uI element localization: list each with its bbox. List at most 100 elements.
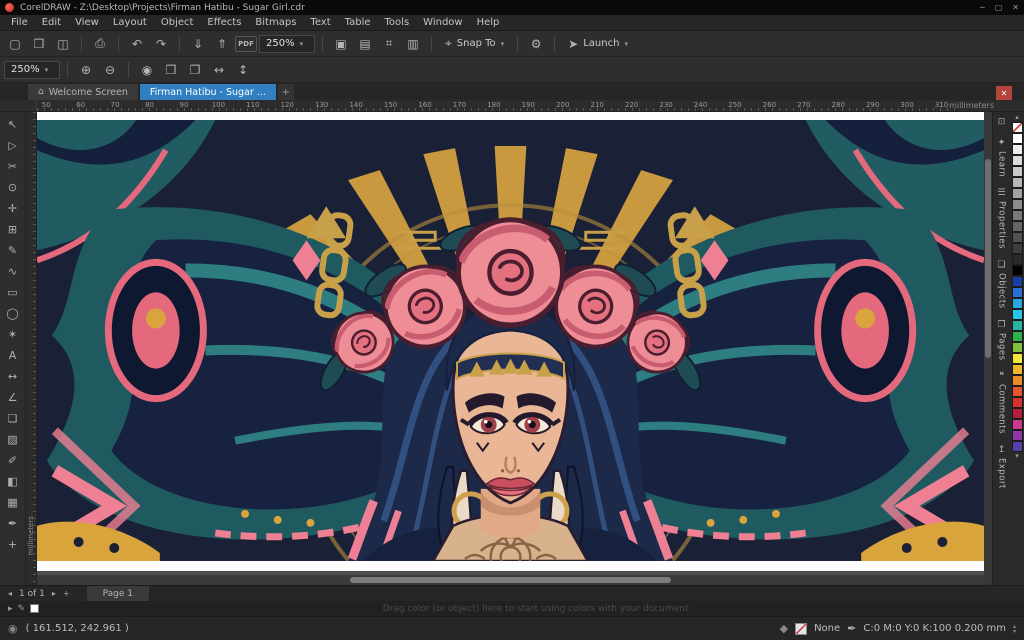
palette-swatch-0[interactable] — [1012, 122, 1023, 133]
docker-tab-comments[interactable]: ❝Comments — [997, 371, 1007, 434]
mesh-fill-tool[interactable]: ▦ — [2, 492, 24, 512]
docker-tab-objects[interactable]: ❏Objects — [997, 260, 1007, 309]
zoom-to-selected-icon[interactable]: ◉ — [136, 60, 158, 80]
pan-tool[interactable]: ✛ — [2, 198, 24, 218]
palette-swatch-15[interactable] — [1012, 287, 1023, 298]
docker-tab-properties[interactable]: ☰Properties — [997, 188, 1007, 249]
docker-tab-pages[interactable]: ❐Pages — [997, 320, 1007, 361]
palette-swatch-8[interactable] — [1012, 210, 1023, 221]
palette-swatch-17[interactable] — [1012, 309, 1023, 320]
menu-help[interactable]: Help — [470, 17, 507, 28]
new-tab-button[interactable]: + — [278, 84, 294, 100]
palette-swatch-29[interactable] — [1012, 441, 1023, 452]
menu-effects[interactable]: Effects — [200, 17, 248, 28]
zoom-to-all-objects-icon[interactable]: ❒ — [160, 60, 182, 80]
palette-swatch-2[interactable] — [1012, 144, 1023, 155]
zoom-to-page-icon[interactable]: ❐ — [184, 60, 206, 80]
palette-swatch-19[interactable] — [1012, 331, 1023, 342]
palette-swatch-5[interactable] — [1012, 177, 1023, 188]
zoom-out-icon[interactable]: ⊖ — [99, 60, 121, 80]
palette-swatch-20[interactable] — [1012, 342, 1023, 353]
palette-swatch-16[interactable] — [1012, 298, 1023, 309]
palette-scroll-up-icon[interactable]: ▴ — [1015, 113, 1019, 122]
show-grid-icon[interactable]: ⌗ — [378, 34, 400, 54]
close-document-button[interactable]: ✕ — [996, 86, 1012, 100]
palette-swatch-4[interactable] — [1012, 166, 1023, 177]
launch-dropdown[interactable]: ➤Launch▾ — [562, 34, 634, 54]
palette-swatch-10[interactable] — [1012, 232, 1023, 243]
next-page-icon[interactable]: ▸ — [52, 589, 56, 598]
palette-swatch-9[interactable] — [1012, 221, 1023, 232]
artwork-canvas[interactable] — [37, 120, 984, 561]
zoom-to-page-height-icon[interactable]: ↕ — [232, 60, 254, 80]
import-icon[interactable]: ⇓ — [187, 34, 209, 54]
undo-icon[interactable]: ↶ — [126, 34, 148, 54]
menu-object[interactable]: Object — [154, 17, 201, 28]
menu-table[interactable]: Table — [338, 17, 378, 28]
save-icon[interactable]: ◫ — [52, 34, 74, 54]
palette-swatch-1[interactable] — [1012, 133, 1023, 144]
vertical-scrollbar[interactable] — [984, 112, 992, 585]
palette-swatch-22[interactable] — [1012, 364, 1023, 375]
fill-none-swatch[interactable] — [795, 623, 807, 635]
palette-swatch-21[interactable] — [1012, 353, 1023, 364]
text-tool[interactable]: A — [2, 345, 24, 365]
interactive-fill-tool[interactable]: ◧ — [2, 471, 24, 491]
palette-scroll-down-icon[interactable]: ▾ — [1015, 452, 1019, 461]
zoom-to-page-width-icon[interactable]: ↔ — [208, 60, 230, 80]
outline-pen-tool[interactable]: ✒ — [2, 513, 24, 533]
palette-swatch-25[interactable] — [1012, 397, 1023, 408]
show-rulers-icon[interactable]: ▤ — [354, 34, 376, 54]
redo-icon[interactable]: ↷ — [150, 34, 172, 54]
free-transform-tool[interactable]: ⊞ — [2, 219, 24, 239]
zoom-level-select[interactable]: 250%▾ — [259, 35, 315, 53]
zoom-level-select-secondary[interactable]: 250%▾ — [4, 61, 60, 79]
previous-page-icon[interactable]: ◂ — [8, 589, 12, 598]
palette-swatch-28[interactable] — [1012, 430, 1023, 441]
menu-edit[interactable]: Edit — [35, 17, 68, 28]
document-tab-0[interactable]: ⌂Welcome Screen — [28, 84, 138, 100]
vertical-scrollbar-thumb[interactable] — [985, 159, 991, 358]
maximize-button[interactable]: ▢ — [995, 3, 1003, 12]
palette-swatch-13[interactable] — [1012, 265, 1023, 276]
horizontal-scrollbar-thumb[interactable] — [350, 577, 672, 583]
artistic-media-tool[interactable]: ∿ — [2, 261, 24, 281]
add-page-button[interactable]: + — [63, 589, 70, 598]
palette-flyout-icon[interactable]: ▸ — [8, 604, 13, 614]
zoom-in-icon[interactable]: ⊕ — [75, 60, 97, 80]
menu-window[interactable]: Window — [416, 17, 469, 28]
full-screen-preview-icon[interactable]: ▣ — [330, 34, 352, 54]
docker-tab-learn[interactable]: ✦Learn — [997, 138, 1007, 177]
drawing-canvas[interactable] — [37, 112, 984, 585]
add-tool-button[interactable]: + — [2, 534, 24, 554]
transparency-tool[interactable]: ▨ — [2, 429, 24, 449]
palette-swatch-14[interactable] — [1012, 276, 1023, 287]
palette-swatch-26[interactable] — [1012, 408, 1023, 419]
palette-swatch-7[interactable] — [1012, 199, 1023, 210]
show-guidelines-icon[interactable]: ▥ — [402, 34, 424, 54]
drop-shadow-tool[interactable]: ❏ — [2, 408, 24, 428]
palette-swatch-6[interactable] — [1012, 188, 1023, 199]
page-tab[interactable]: Page 1 — [87, 586, 149, 601]
menu-tools[interactable]: Tools — [378, 17, 417, 28]
options-icon[interactable]: ⚙ — [525, 34, 547, 54]
palette-swatch-3[interactable] — [1012, 155, 1023, 166]
connector-tool[interactable]: ∠ — [2, 387, 24, 407]
pick-tool[interactable]: ↖ — [2, 114, 24, 134]
palette-swatch-23[interactable] — [1012, 375, 1023, 386]
rectangle-tool[interactable]: ▭ — [2, 282, 24, 302]
horizontal-scrollbar[interactable] — [37, 575, 984, 585]
zoom-tool[interactable]: ⊙ — [2, 177, 24, 197]
document-tab-1[interactable]: Firman Hatibu - Sugar ... — [140, 84, 276, 100]
menu-view[interactable]: View — [68, 17, 106, 28]
export-icon[interactable]: ⇑ — [211, 34, 233, 54]
docker-tab-export[interactable]: ↥Export — [997, 445, 1007, 489]
menu-layout[interactable]: Layout — [106, 17, 154, 28]
snap-to-dropdown[interactable]: ⌖Snap To▾ — [439, 34, 510, 54]
minimize-button[interactable]: ─ — [980, 3, 985, 12]
menu-file[interactable]: File — [4, 17, 35, 28]
dimension-tool[interactable]: ↔ — [2, 366, 24, 386]
palette-swatch-18[interactable] — [1012, 320, 1023, 331]
palette-eyedropper-icon[interactable]: ✎ — [18, 604, 26, 614]
color-eyedropper-tool[interactable]: ✐ — [2, 450, 24, 470]
